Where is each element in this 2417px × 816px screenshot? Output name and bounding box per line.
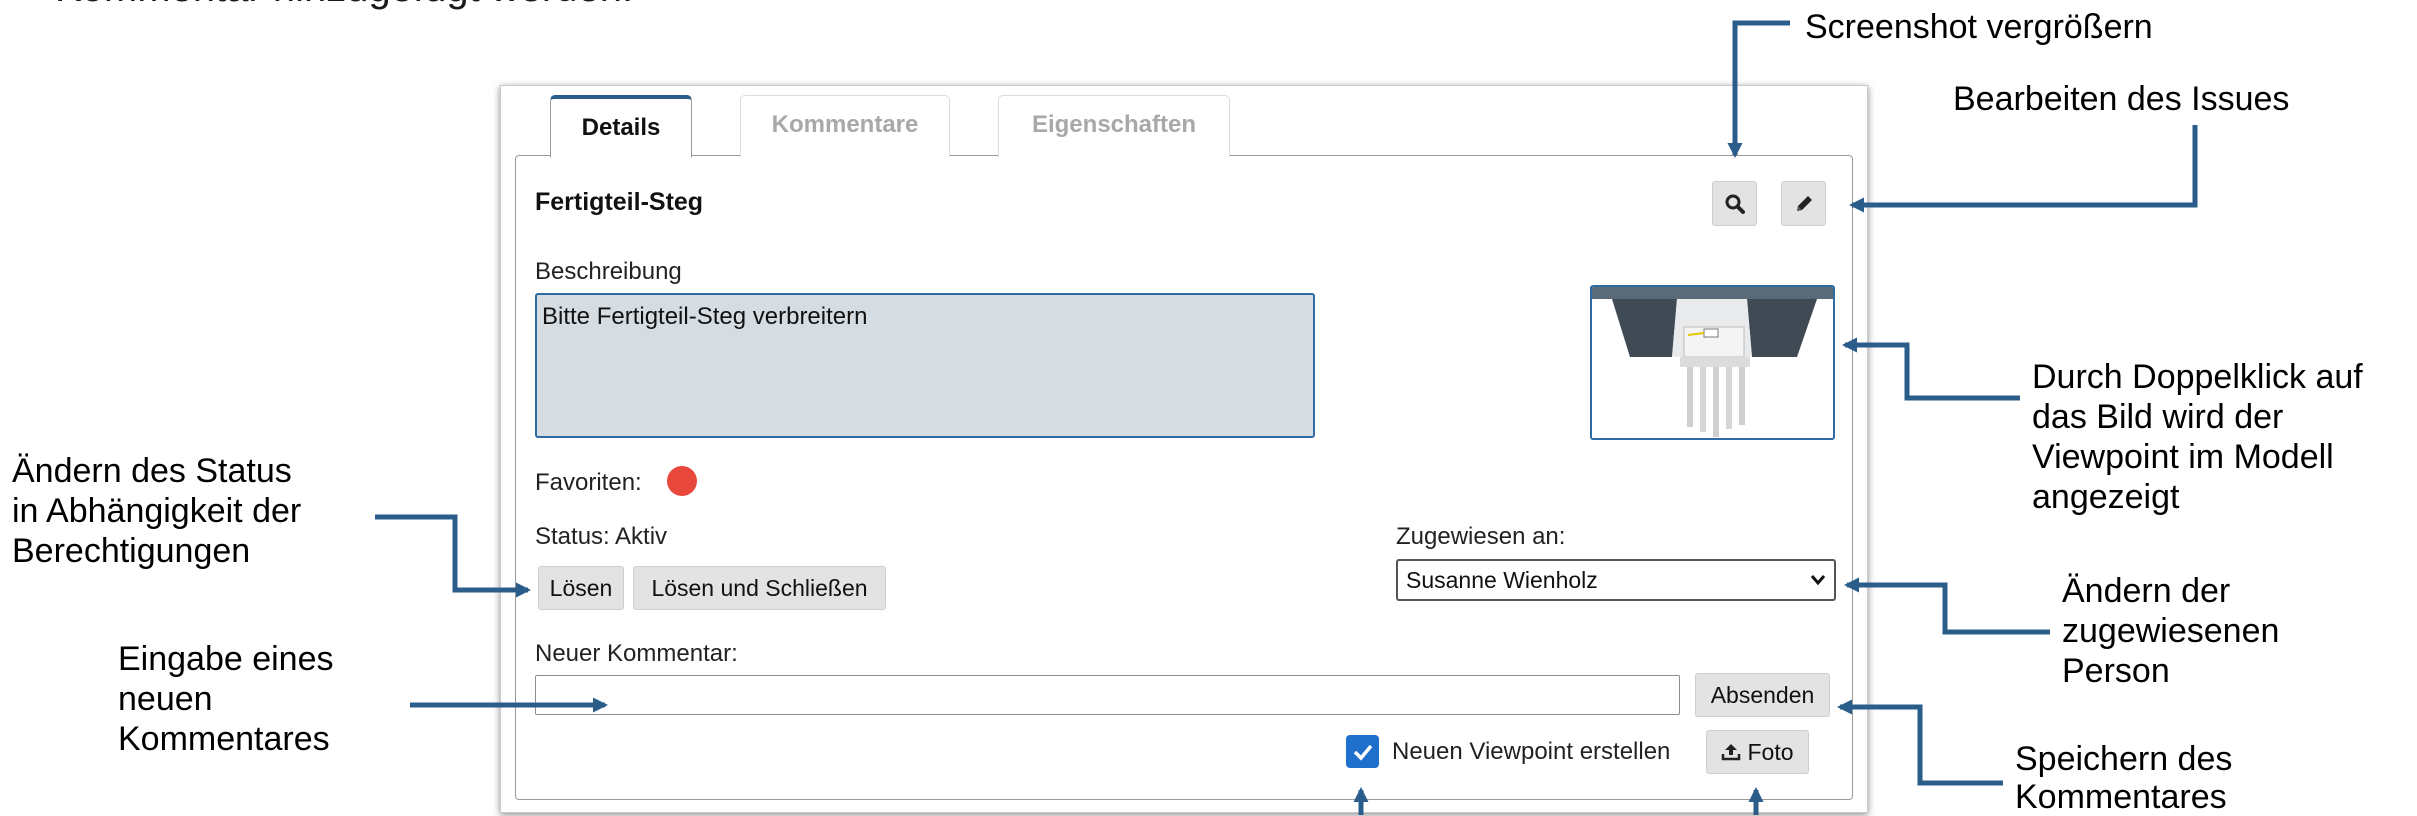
tab-eigenschaften[interactable]: Eigenschaften bbox=[998, 95, 1230, 157]
annotation-save-line2: Kommentares bbox=[2015, 778, 2227, 816]
annotation-assign-line3: Person bbox=[2062, 652, 2170, 690]
annotation-viewpoint-line2: das Bild wird der bbox=[2032, 398, 2284, 436]
zoom-screenshot-button[interactable] bbox=[1712, 181, 1757, 226]
status-text: Status: Aktiv bbox=[535, 523, 668, 550]
annotation-status-line2: in Abhängigkeit der bbox=[12, 492, 302, 530]
annotation-edit: Bearbeiten des Issues bbox=[1953, 80, 2290, 118]
arrow-edit bbox=[1849, 125, 2198, 213]
photo-label: Foto bbox=[1747, 739, 1794, 765]
annotation-status-line1: Ändern des Status bbox=[12, 452, 292, 490]
annotation-comment-line1: Eingabe eines bbox=[118, 640, 334, 678]
new-comment-input[interactable] bbox=[535, 675, 1680, 715]
annotation-viewpoint-line1: Durch Doppelklick auf bbox=[2032, 358, 2363, 396]
annotation-save-line1: Speichern des bbox=[2015, 740, 2233, 778]
magnifier-icon bbox=[1725, 194, 1745, 214]
annotation-viewpoint-line4: angezeigt bbox=[2032, 478, 2180, 516]
checkmark-icon bbox=[1353, 744, 1372, 761]
tab-kommentare[interactable]: Kommentare bbox=[740, 95, 950, 157]
annotation-comment-line3: Kommentares bbox=[118, 720, 330, 758]
new-viewpoint-checkbox[interactable] bbox=[1346, 735, 1379, 768]
photo-button[interactable]: Foto bbox=[1706, 730, 1809, 774]
annotation-assign-line1: Ändern der bbox=[2062, 572, 2231, 610]
upload-icon bbox=[1722, 744, 1741, 761]
assigned-label: Zugewiesen an: bbox=[1396, 523, 1566, 550]
viewpoint-thumbnail[interactable] bbox=[1590, 285, 1835, 440]
new-viewpoint-label: Neuen Viewpoint erstellen bbox=[1392, 738, 1671, 765]
arrow-viewpoint bbox=[1842, 337, 2020, 401]
resolve-close-button[interactable]: Lösen und Schließen bbox=[633, 566, 886, 610]
annotation-comment-line2: neuen bbox=[118, 680, 213, 718]
description-label: Beschreibung bbox=[535, 258, 682, 285]
pencil-icon bbox=[1796, 195, 1812, 211]
annotation-assign-line2: zugewiesenen bbox=[2062, 612, 2280, 650]
tab-details[interactable]: Details bbox=[550, 95, 692, 158]
favorite-toggle[interactable] bbox=[667, 466, 697, 496]
annotation-viewpoint-line3: Viewpoint im Modell bbox=[2032, 438, 2334, 476]
annotation-status-line3: Berechtigungen bbox=[12, 532, 251, 570]
issue-title: Fertigteil-Steg bbox=[535, 188, 704, 216]
intro-text: Kommentar hinzugefügt werden. bbox=[55, 0, 633, 11]
model-preview-image bbox=[1592, 287, 1833, 438]
resolve-button[interactable]: Lösen bbox=[538, 566, 624, 610]
annotation-screenshot: Screenshot vergrößern bbox=[1805, 8, 2153, 46]
chevron-down-icon bbox=[1810, 575, 1826, 586]
send-button[interactable]: Absenden bbox=[1695, 673, 1830, 717]
description-field[interactable]: Bitte Fertigteil-Steg verbreitern bbox=[535, 293, 1315, 438]
edit-issue-button[interactable] bbox=[1781, 181, 1826, 226]
assignee-select[interactable]: Susanne Wienholz bbox=[1396, 559, 1836, 601]
new-comment-label: Neuer Kommentar: bbox=[535, 640, 738, 667]
arrow-assign bbox=[1844, 577, 2050, 635]
assignee-value: Susanne Wienholz bbox=[1406, 567, 1598, 593]
favorites-label: Favoriten: bbox=[535, 469, 642, 496]
